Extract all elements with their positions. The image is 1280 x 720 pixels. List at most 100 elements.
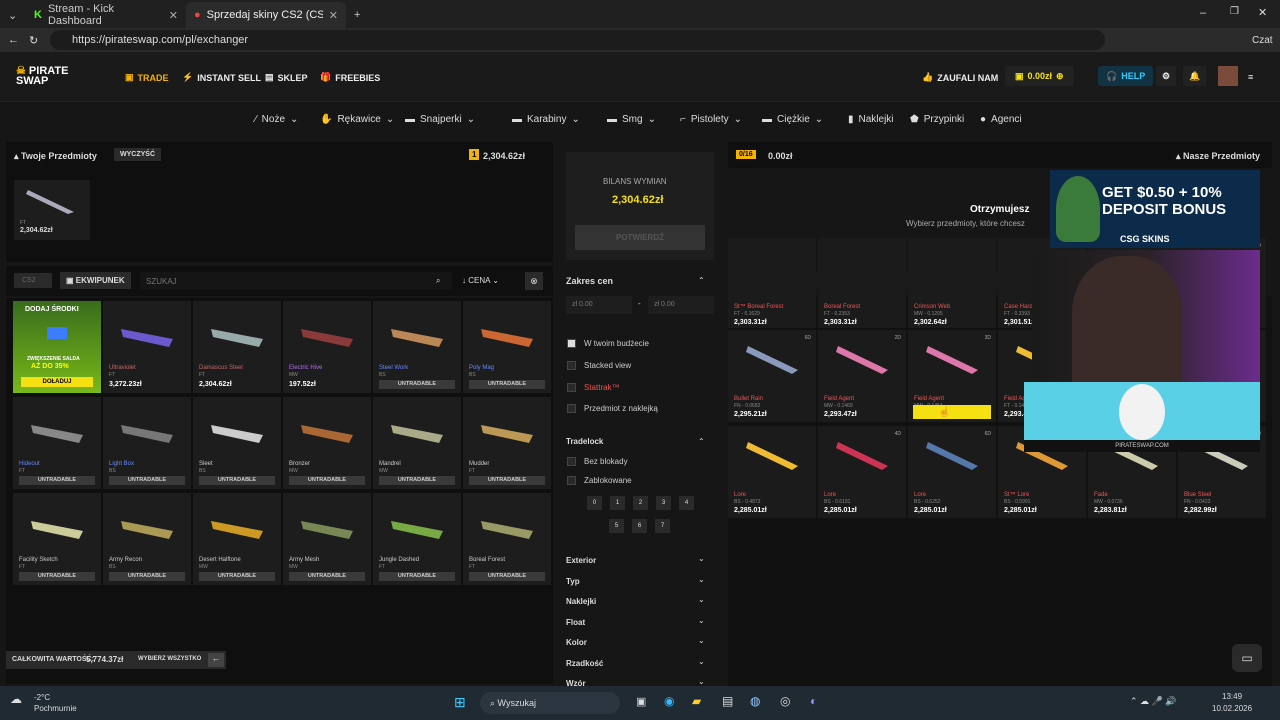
tradelock-day-button[interactable]: 1 [610, 496, 625, 510]
folder-icon[interactable]: ▰ [692, 694, 701, 708]
chevron-down-icon[interactable]: ⌄ [698, 554, 705, 563]
tab-menu-icon[interactable]: ⌄ [0, 2, 26, 28]
cat-pistols[interactable]: ⌐ Pistolety ⌄ [680, 114, 742, 125]
filter-reset-icon[interactable]: ⊗ [525, 272, 543, 290]
inventory-item[interactable]: Army Recon BS UNTRADABLE [103, 493, 191, 585]
filter-section[interactable]: Exterior [566, 556, 596, 565]
tradelock-day-button[interactable]: 0 [587, 496, 602, 510]
nav-instant-sell[interactable]: ⚡ INSTANT SELL [182, 72, 261, 83]
chat-icon[interactable]: ▭ [1232, 644, 1262, 672]
inventory-item[interactable]: Boreal Forest FT UNTRADABLE [463, 493, 551, 585]
tradelock-day-button[interactable]: 5 [609, 519, 624, 533]
new-tab-button[interactable]: + [346, 2, 368, 28]
search-icon[interactable]: ⌕ [436, 276, 440, 286]
back-icon[interactable]: ← [8, 34, 19, 46]
taskbar-search[interactable]: ⌕ Wyszukaj [480, 692, 620, 714]
inventory-item[interactable]: Bronzer MW UNTRADABLE [283, 397, 371, 489]
opt-sticker[interactable]: Przedmiot z naklejką [567, 404, 658, 413]
our-item[interactable]: Crimson Web MW - 0.1205 2,302.64zł [908, 238, 996, 328]
help-button[interactable]: 🎧 HELP [1098, 66, 1154, 86]
nav-shop[interactable]: ▤ SKLEP [265, 72, 308, 83]
inventory-item[interactable]: Mandrel MW UNTRADABLE [373, 397, 461, 489]
confirm-button[interactable]: POTWIERDŹ [575, 225, 705, 250]
cat-smg[interactable]: ▬ Smg ⌄ [607, 114, 656, 125]
our-item[interactable]: St™ Boreal Forest FT - 0.1629 2,303.31zł [728, 238, 816, 328]
cat-pins[interactable]: ⬟ Przypinki [910, 114, 964, 125]
start-icon[interactable]: ⊞ [454, 694, 466, 711]
edge-icon[interactable]: ◉ [664, 694, 674, 708]
cat-knives[interactable]: ∕ Noże ⌄ [255, 114, 298, 125]
copilot-button[interactable]: Czat [1252, 35, 1273, 46]
bell-icon[interactable]: 🔔 [1183, 66, 1207, 86]
steam-icon[interactable]: ◍ [750, 694, 760, 708]
inventory-item[interactable]: Facility Sketch FT UNTRADABLE [13, 493, 101, 585]
filter-section[interactable]: Kolor [566, 638, 587, 647]
filter-section[interactable]: Naklejki [566, 597, 596, 606]
cat-agents[interactable]: ● Agenci [980, 114, 1022, 125]
our-item[interactable]: 6D Bullet Rain FN - 0.0682 2,295.21zł [728, 330, 816, 422]
our-item[interactable]: 2D Field Agent MW - 0.1469 2,293.47zł [818, 330, 906, 422]
our-item[interactable]: 6D Lore BS - 0.6252 2,285.01zł [908, 426, 996, 518]
cat-snipers[interactable]: ▬ Snajperki ⌄ [405, 114, 475, 125]
tradelock-day-button[interactable]: 2 [633, 496, 648, 510]
chevron-up-icon[interactable]: ⌃ [698, 276, 705, 285]
chevron-down-icon[interactable]: ⌄ [698, 575, 705, 584]
maximize-icon[interactable]: ❐ [1230, 6, 1239, 17]
inventory-item[interactable]: Ultraviolet FT 3,272.23zł [103, 301, 191, 393]
balance-badge[interactable]: ▣ 0.00zł ⊕ [1005, 66, 1074, 86]
inventory-item[interactable]: Light Box BS UNTRADABLE [103, 397, 191, 489]
select-all-button[interactable]: WYBIERZ WSZYSTKO [138, 656, 201, 662]
arrow-left-icon[interactable]: ← [208, 653, 224, 667]
inventory-item[interactable]: Army Mesh MW UNTRADABLE [283, 493, 371, 585]
price-to-input[interactable]: zł 0.00 [648, 296, 714, 314]
opt-stacked[interactable]: Stacked view [567, 361, 631, 370]
url-input[interactable]: https://pirateswap.com/pl/exchanger [50, 30, 1105, 50]
cat-rifles[interactable]: ▬ Karabiny ⌄ [512, 114, 580, 125]
trusted-link[interactable]: 👍 ZAUFALI NAM [922, 72, 998, 83]
cat-heavy[interactable]: ▬ Ciężkie ⌄ [762, 114, 823, 125]
deposit-promo[interactable]: DODAJ ŚRODKI ZWIĘKSZENIE SALDA AŻ DO 35%… [13, 301, 101, 393]
opt-stattrak[interactable]: Stattrak™ [567, 383, 620, 392]
avatar[interactable] [1218, 66, 1238, 86]
menu-icon[interactable]: ≡ [1248, 72, 1253, 82]
topup-button[interactable]: DOŁADUJ [21, 377, 93, 387]
ad-banner[interactable]: GET $0.50 + 10% DEPOSIT BONUS CSG SKINS [1050, 170, 1260, 248]
chevron-down-icon[interactable]: ⌄ [698, 616, 705, 625]
store-icon[interactable]: ▤ [722, 694, 733, 708]
reload-icon[interactable]: ↻ [29, 34, 38, 47]
clear-button[interactable]: WYCZYŚĆ [114, 148, 161, 161]
opt-budget[interactable]: W twoim budżecie [567, 339, 649, 348]
tab-pirateswap[interactable]: ●Sprzedaj skiny CS2 (CS:GO) | Najle✕ [186, 2, 346, 28]
minimize-icon[interactable]: – [1200, 7, 1206, 19]
discord-icon[interactable]: ◐ [810, 694, 817, 708]
chevron-down-icon[interactable]: ⌄ [698, 657, 705, 666]
inventory-item[interactable]: Poly Mag BS UNTRADABLE [463, 301, 551, 393]
inventory-item[interactable]: Steel Work BS UNTRADABLE [373, 301, 461, 393]
chevron-down-icon[interactable]: ⌄ [698, 595, 705, 604]
close-window-icon[interactable]: ✕ [1258, 6, 1267, 19]
selected-overlay[interactable] [913, 405, 991, 419]
inventory-item[interactable]: Desert Halftone MW UNTRADABLE [193, 493, 281, 585]
tradelock-day-button[interactable]: 4 [679, 496, 694, 510]
settings-icon[interactable]: ⚙ [1156, 66, 1177, 86]
inventory-item[interactable]: Hideout FT UNTRADABLE [13, 397, 101, 489]
cat-stickers[interactable]: ▮ Naklejki [848, 114, 894, 125]
price-from-input[interactable]: zł 0.00 [566, 296, 632, 314]
inventory-item[interactable]: Mudder FT UNTRADABLE [463, 397, 551, 489]
our-item[interactable]: Boreal Forest FT - 0.2353 2,303.31zł [818, 238, 906, 328]
cs2-button[interactable]: CS2 [14, 273, 52, 288]
cat-gloves[interactable]: ✋ Rękawice ⌄ [320, 114, 394, 125]
tl-locked[interactable]: Zablokowane [567, 476, 632, 485]
app-icon[interactable]: ◎ [780, 694, 790, 708]
our-item[interactable]: Lore BS - 0.4873 2,285.01zł [728, 426, 816, 518]
inventory-item[interactable]: Sleet BS UNTRADABLE [193, 397, 281, 489]
tl-none[interactable]: Bez blokady [567, 457, 628, 466]
chevron-up-icon[interactable]: ⌃ [698, 437, 705, 446]
nav-freebies[interactable]: 🎁 FREEBIES [320, 72, 380, 83]
chevron-down-icon[interactable]: ⌄ [698, 677, 705, 686]
filter-section[interactable]: Rzadkość [566, 659, 603, 668]
close-icon[interactable]: ✕ [169, 9, 178, 22]
nav-trade[interactable]: ▣ TRADE [125, 72, 169, 83]
inventory-button[interactable]: ▣ EKWIPUNEK [60, 272, 131, 289]
sort-dropdown[interactable]: ↓ CENA ⌄ [462, 276, 499, 285]
